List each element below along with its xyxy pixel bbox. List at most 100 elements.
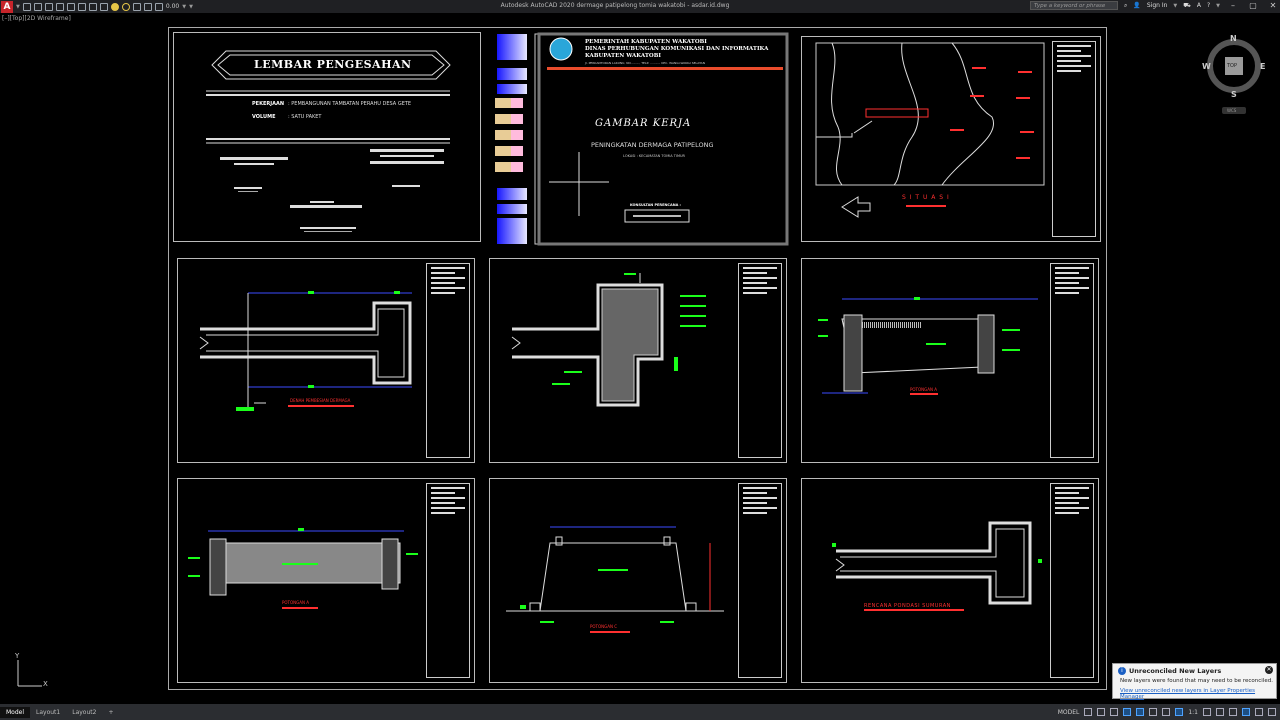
ortho-icon[interactable] (1110, 708, 1119, 716)
layer-square-icon[interactable] (132, 2, 141, 11)
close-button[interactable]: ✕ (1266, 1, 1280, 10)
snap-icon[interactable] (1097, 708, 1106, 716)
title-block-5 (738, 263, 782, 458)
help-chevron-icon[interactable]: ▼ (1216, 3, 1220, 9)
color-swatch-icon[interactable] (154, 2, 163, 11)
potongan-a-label-2: POTONGAN A (282, 600, 309, 605)
cover-header-line3: KABUPATEN WAKATOBI (585, 53, 661, 59)
compass-north[interactable]: N (1230, 34, 1237, 43)
unreconciled-layers-notification: i Unreconciled New Layers ✕ New layers w… (1112, 663, 1277, 700)
isolate-icon[interactable] (1229, 708, 1237, 716)
rencana-pondasi-label: RENCANA PONDASI SUMURAN (864, 603, 951, 609)
notification-link[interactable]: View unreconciled new layers in Layer Pr… (1120, 688, 1276, 700)
app-menu-chevron-icon[interactable]: ▼ (16, 4, 20, 10)
search-input[interactable]: Type a keyword or phrase (1029, 1, 1118, 10)
potongan-a-label-1: POTONGAN A (910, 387, 937, 392)
info-icon: i (1118, 667, 1126, 675)
cart-icon[interactable]: ⛟ (1183, 2, 1191, 10)
lightbulb-icon[interactable] (121, 2, 130, 11)
sheet-detail-dermaga (489, 258, 787, 463)
annotation-icon[interactable] (1175, 708, 1184, 716)
sheet6-section (818, 297, 1038, 395)
grid-icon[interactable] (1084, 708, 1093, 716)
annotation-scale[interactable]: 1:1 (1188, 709, 1198, 716)
sheet1-title: LEMBAR PENGESAHAN (254, 58, 412, 71)
sheet7-section (188, 528, 418, 609)
drawing-canvas[interactable]: LEMBAR PENGESAHAN PEKERJAAN : PEMBANGUNA… (168, 27, 1107, 690)
share-icon[interactable] (99, 2, 108, 11)
cover-location: LOKASI : KECAMATAN TOMIA TIMUR (623, 154, 685, 158)
quick-access-toolbar: A ▼ 0.00 ▼ ▼ (0, 0, 471, 13)
titlebar-right-controls: Type a keyword or phrase ⌕ 👤 Sign In ▼ ⛟… (1029, 1, 1280, 10)
layer-state-icon[interactable] (143, 2, 152, 11)
compass-east[interactable]: E (1260, 62, 1265, 71)
search-icon[interactable]: ⌕ (1124, 2, 1127, 10)
help-icon[interactable]: ? (1207, 2, 1210, 9)
compass-west[interactable]: W (1202, 62, 1211, 71)
sun-icon[interactable] (110, 2, 119, 11)
redo-icon[interactable] (88, 2, 97, 11)
title-block-6 (1050, 263, 1094, 458)
sheet-denah-pembesian: DENAH PEMBESIAN DERMAGA (177, 258, 475, 463)
undo-icon[interactable] (77, 2, 86, 11)
add-layout-button[interactable]: + (102, 707, 119, 718)
sign-in-link[interactable]: Sign In (1147, 2, 1168, 9)
title-block-7 (426, 483, 470, 678)
plus-icon[interactable] (1216, 708, 1224, 716)
denah-label: DENAH PEMBESIAN DERMAGA (290, 398, 351, 403)
tab-layout2[interactable]: Layout2 (66, 707, 102, 718)
volume-value: : SATU PAKET (288, 114, 322, 120)
save-icon[interactable] (44, 2, 53, 11)
volume-label: VOLUME (252, 114, 276, 120)
ucs-x-label: X (43, 680, 48, 688)
tab-model[interactable]: Model (0, 706, 31, 718)
hardware-acceleration-icon[interactable] (1242, 708, 1250, 716)
save-as-icon[interactable] (55, 2, 64, 11)
viewcube-top-face[interactable]: TOP (1227, 63, 1237, 69)
sheet3-map (815, 42, 1045, 218)
sheet-cover-gambar-kerja: PEMERINTAH KABUPATEN WAKATOBI DINAS PERH… (483, 32, 791, 246)
polar-icon[interactable] (1123, 708, 1132, 716)
sheet8-section (506, 526, 724, 633)
notification-close-button[interactable]: ✕ (1265, 666, 1273, 674)
autocad-app-button[interactable]: A (1, 0, 13, 13)
ucs-menu[interactable]: WCS (1227, 108, 1236, 113)
lineweight-icon[interactable] (1162, 708, 1171, 716)
osnap-icon[interactable] (1136, 708, 1145, 716)
cover-header-address: Jl. PERKANTORAN LAKUNU, NO........., TEL… (585, 61, 705, 65)
user-icon[interactable]: 👤 (1133, 2, 1140, 9)
tab-layout1[interactable]: Layout1 (30, 707, 66, 718)
ucs-y-label: Y (15, 652, 20, 660)
maximize-button[interactable]: ▢ (1246, 1, 1260, 10)
title-block-4 (426, 263, 470, 458)
viewcube[interactable]: N S E W TOP WCS (1202, 34, 1265, 114)
sheet-potongan-a-2: POTONGAN A (177, 478, 475, 683)
notification-message: New layers were found that may need to b… (1120, 678, 1273, 684)
minimize-button[interactable]: – (1226, 1, 1240, 10)
lineweight-value[interactable]: 0.00 (166, 3, 179, 10)
model-space-button[interactable]: MODEL (1058, 709, 1080, 716)
workspace-gear-icon[interactable] (1203, 708, 1211, 716)
compass-south[interactable]: S (1231, 90, 1237, 99)
pekerjaan-label: PEKERJAAN (252, 101, 285, 107)
potongan-c-label: POTONGAN C (590, 624, 618, 629)
sign-in-chevron-icon[interactable]: ▼ (1173, 3, 1177, 9)
new-file-icon[interactable] (22, 2, 31, 11)
lineweight-chevron-icon[interactable]: ▼ (182, 4, 186, 10)
cover-header-line2: DINAS PERHUBUNGAN KOMUNIKASI DAN INFORMA… (585, 46, 769, 52)
otrack-icon[interactable] (1149, 708, 1158, 716)
open-file-icon[interactable] (33, 2, 42, 11)
title-bar: A ▼ 0.00 ▼ ▼ Autodesk AutoCAD 2020 derma… (0, 0, 1280, 13)
cover-subtitle: PENINGKATAN DERMAGA PATIPELONG (591, 141, 714, 149)
sheet4-plan (199, 291, 412, 411)
sheet-lembar-pengesahan: LEMBAR PENGESAHAN PEKERJAAN : PEMBANGUNA… (173, 32, 481, 242)
autodesk-app-icon[interactable]: A (1197, 2, 1201, 9)
sheet9-plan (832, 521, 1042, 611)
clean-screen-icon[interactable] (1255, 708, 1263, 716)
viewport-controls[interactable]: [–][Top][2D Wireframe] (2, 15, 71, 22)
sheet-potongan-a-1: POTONGAN A (801, 258, 1099, 463)
plot-icon[interactable] (66, 2, 75, 11)
customize-qat-chevron-icon[interactable]: ▼ (189, 4, 193, 10)
customization-menu-icon[interactable] (1268, 708, 1276, 716)
title-block-9 (1050, 483, 1094, 678)
